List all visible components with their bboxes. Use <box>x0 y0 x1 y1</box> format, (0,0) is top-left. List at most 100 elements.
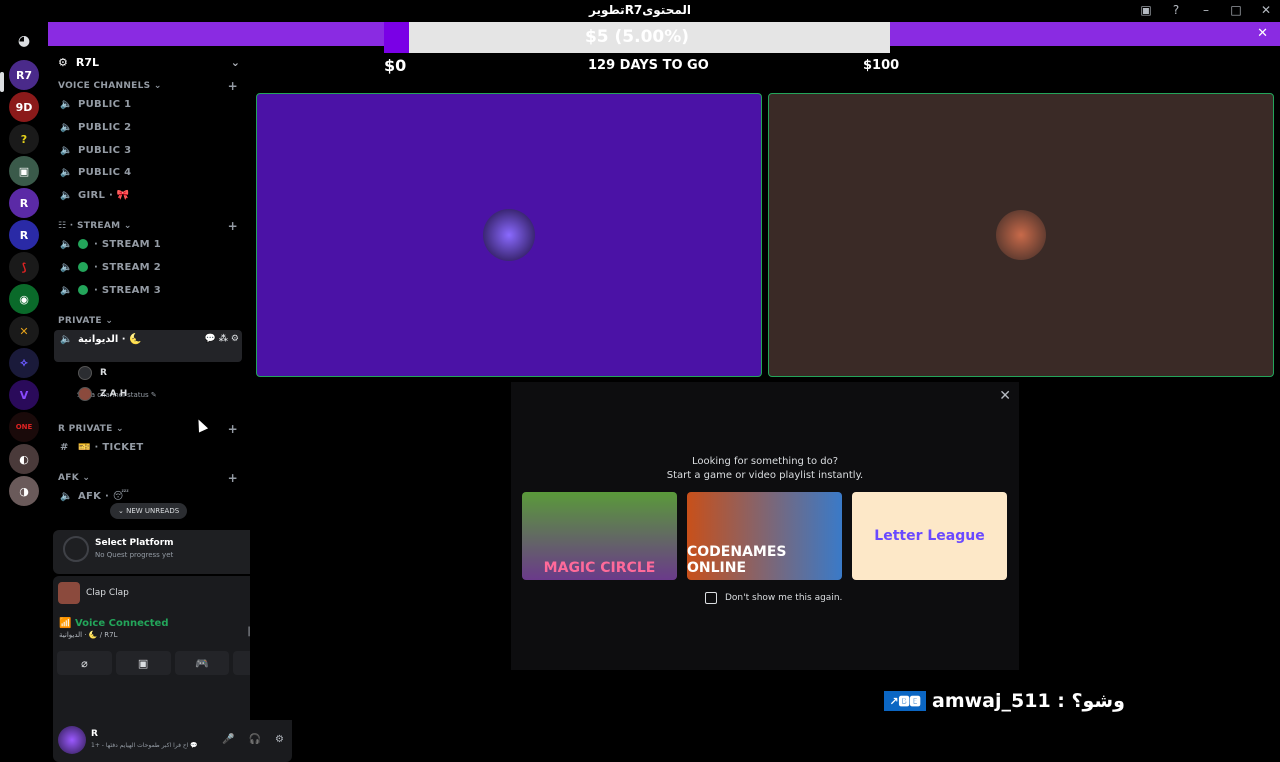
dont-show-again[interactable]: Don't show me this again. <box>705 592 842 604</box>
channel-label: · STREAM 3 <box>94 284 161 296</box>
game-card-codenames[interactable]: CODENAMES ONLINE <box>687 492 842 580</box>
channel-label: PUBLIC 2 <box>78 121 132 133</box>
guild-icon[interactable]: R <box>9 220 39 250</box>
speaker-icon: 🔈 <box>60 334 73 345</box>
game-title: CODENAMES ONLINE <box>687 544 787 576</box>
guild-icon[interactable]: ▣ <box>9 156 39 186</box>
speaker-icon: 🔈 <box>60 261 73 273</box>
guild-icon[interactable]: ◐ <box>9 444 39 474</box>
window-title: تطويرR7المحتوى <box>588 3 692 17</box>
help-icon[interactable]: ? <box>1168 3 1184 17</box>
channel-ticket[interactable]: # 🎫 · TICKET <box>60 437 240 457</box>
guild-icon[interactable]: 9D <box>9 92 39 122</box>
voice-connection[interactable]: 📶 Voice Connected الديوانية · 🌜 / R7L <box>59 618 169 639</box>
category-afk[interactable]: AFK ⌄ + <box>58 471 238 485</box>
server-header[interactable]: ⚙ R7L ⌄ <box>48 46 250 78</box>
guild-icon[interactable]: R7 <box>9 60 39 90</box>
checkbox[interactable] <box>705 592 717 604</box>
goal-banner: $5 (5.00%) ✕ <box>48 22 1280 53</box>
voice-member[interactable]: Z A H <box>78 387 127 401</box>
channel-stream-3[interactable]: 🔈 · STREAM 3 <box>60 280 240 300</box>
channel-label: PUBLIC 4 <box>78 166 132 178</box>
minimize-icon[interactable]: – <box>1198 3 1214 17</box>
overlay-badge: ↗🅱🅴 <box>884 691 926 711</box>
video-tile[interactable] <box>768 93 1274 377</box>
speaker-icon: 🔈 <box>60 284 73 296</box>
add-channel-icon[interactable]: + <box>228 219 238 233</box>
category-stream[interactable]: ☷ · STREAM ⌄ + <box>58 219 238 233</box>
guild-icon[interactable]: ◉ <box>9 284 39 314</box>
quest-progress-ring <box>63 536 89 562</box>
goal-progress-text: $5 (5.00%) <box>584 27 690 47</box>
speaker-icon: 🔈 <box>60 166 73 178</box>
guild-icon[interactable]: ✕ <box>9 316 39 346</box>
guild-icon[interactable]: ⟡ <box>9 348 39 378</box>
activity-button[interactable]: 🎮 <box>174 651 230 675</box>
gear-icon[interactable]: ⚙ <box>275 734 284 745</box>
guild-icon[interactable]: ONE <box>9 412 39 442</box>
game-card-magic-circle[interactable]: MAGIC CIRCLE <box>522 492 677 580</box>
headphones-icon[interactable]: 🎧 <box>249 734 261 745</box>
discord-home-icon[interactable]: ◕ <box>9 26 39 56</box>
add-channel-icon[interactable]: + <box>228 471 238 485</box>
microphone-icon[interactable]: 🎤 <box>222 734 234 745</box>
voice-member[interactable]: R <box>78 366 107 380</box>
channel-girl[interactable]: 🔈 GIRL · 🎀 <box>60 185 240 205</box>
server-icon: ⚙ <box>58 55 68 69</box>
close-icon[interactable]: ✕ <box>999 388 1011 404</box>
screen-share-button[interactable]: ▣ <box>115 651 171 675</box>
banner-close-icon[interactable]: ✕ <box>1257 26 1268 41</box>
quest-subtitle: No Quest progress yet <box>95 551 174 559</box>
maximize-icon[interactable]: □ <box>1228 3 1244 17</box>
channel-tools[interactable]: 💬⁂⚙ <box>205 334 242 344</box>
popup-subheading: Start a game or video playlist instantly… <box>666 470 864 481</box>
avatar <box>78 366 92 380</box>
member-name: R <box>100 368 107 378</box>
user-panel: R اح فرا اكبر طموحات الهيايم دفئها - +1 … <box>53 724 292 760</box>
category-label: PRIVATE <box>58 316 102 326</box>
channel-public-3[interactable]: 🔈 PUBLIC 3 <box>60 140 240 160</box>
game-title: MAGIC CIRCLE <box>543 560 656 576</box>
camera-off-icon[interactable]: ⌀ <box>57 651 112 675</box>
channel-label: PUBLIC 1 <box>78 98 132 110</box>
channel-private-room[interactable]: 🔈 الديوانية · 🌜 💬⁂⚙ <box>54 330 242 362</box>
category-voice[interactable]: VOICE CHANNELS ⌄ + <box>58 79 238 93</box>
activity-name: Clap Clap <box>86 588 129 598</box>
channel-label: 🎫 · TICKET <box>78 441 144 453</box>
new-unreads-button[interactable]: ⌄ NEW UNREADS <box>110 503 188 519</box>
live-dot-icon <box>78 262 88 272</box>
close-icon[interactable]: ✕ <box>1258 3 1274 17</box>
category-label: VOICE CHANNELS <box>58 81 151 91</box>
guild-icon[interactable]: ⟆ <box>9 252 39 282</box>
guild-icon[interactable]: ◑ <box>9 476 39 506</box>
channel-public-2[interactable]: 🔈 PUBLIC 2 <box>60 117 240 137</box>
channel-stream-1[interactable]: 🔈 · STREAM 1 <box>60 234 240 254</box>
channel-label: · STREAM 1 <box>94 238 161 250</box>
channel-stream-2[interactable]: 🔈 · STREAM 2 <box>60 257 240 277</box>
channel-label: الديوانية · 🌜 <box>78 334 142 345</box>
category-r-private[interactable]: R PRIVATE ⌄ + <box>58 422 238 436</box>
add-channel-icon[interactable]: + <box>228 422 238 436</box>
avatar[interactable] <box>58 726 86 754</box>
user-status: اح فرا اكبر طموحات الهيايم دفئها - +1 💬 <box>91 742 198 749</box>
avatar <box>78 387 92 401</box>
add-channel-icon[interactable]: + <box>228 79 238 93</box>
quest-title: Select Platform <box>95 538 174 548</box>
guild-indicator <box>0 72 4 92</box>
guild-icon[interactable]: V <box>9 380 39 410</box>
category-private[interactable]: PRIVATE ⌄ <box>58 316 238 326</box>
channel-public-4[interactable]: 🔈 PUBLIC 4 <box>60 162 240 182</box>
guild-icon[interactable]: R <box>9 188 39 218</box>
video-tile[interactable] <box>256 93 762 377</box>
goal-progress-bar: $5 (5.00%) <box>384 22 890 53</box>
channel-public-1[interactable]: 🔈 PUBLIC 1 <box>60 94 240 114</box>
hash-icon: # <box>60 441 69 453</box>
guild-icon[interactable]: ? <box>9 124 39 154</box>
goal-days-left: 129 DAYS TO GO <box>588 58 709 73</box>
voice-status-text: Voice Connected <box>74 618 169 629</box>
screen-share-icon[interactable]: ▣ <box>1138 3 1154 17</box>
category-label: AFK <box>58 473 79 483</box>
user-name: R <box>91 729 98 739</box>
voice-location: الديوانية · 🌜 / R7L <box>59 631 118 639</box>
game-card-letter-league[interactable]: Letter League <box>852 492 1007 580</box>
